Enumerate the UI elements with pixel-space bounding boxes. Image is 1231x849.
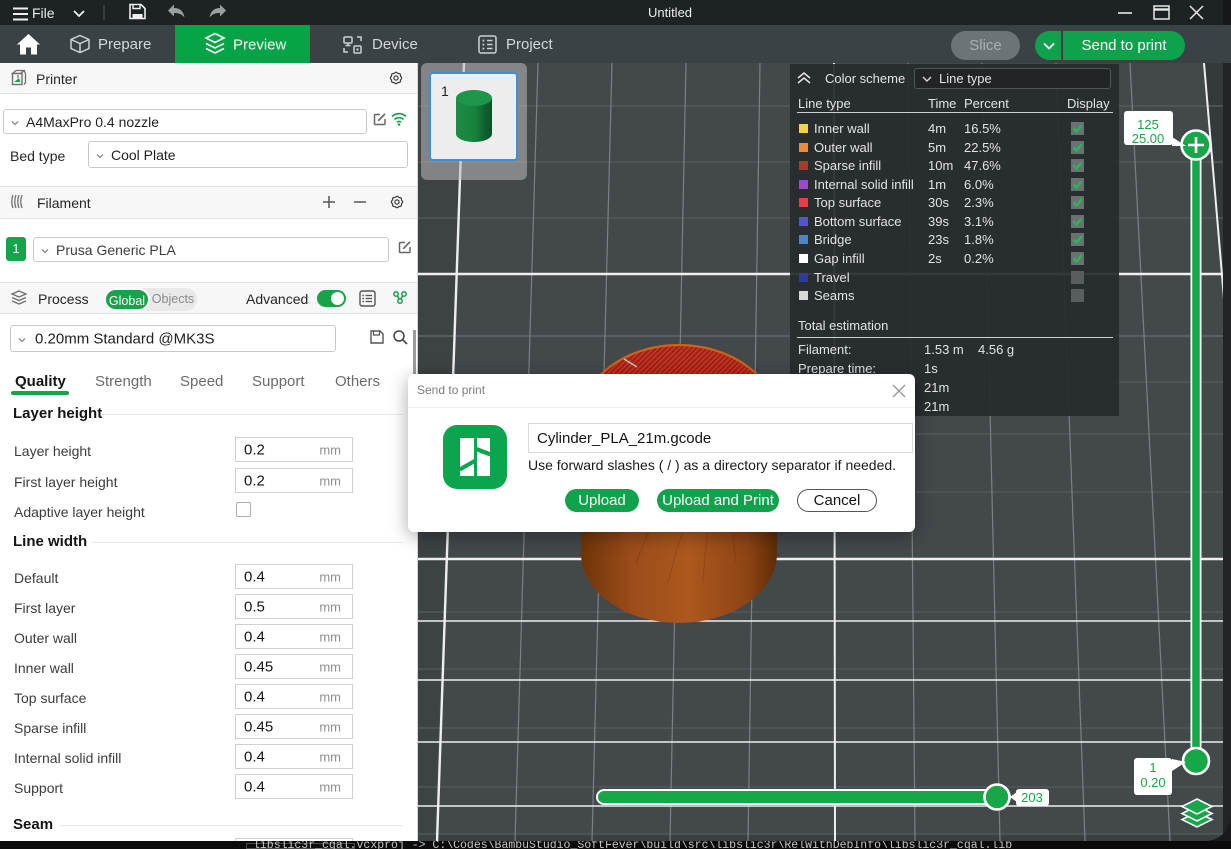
svg-text:Preview: Preview: [233, 37, 287, 54]
